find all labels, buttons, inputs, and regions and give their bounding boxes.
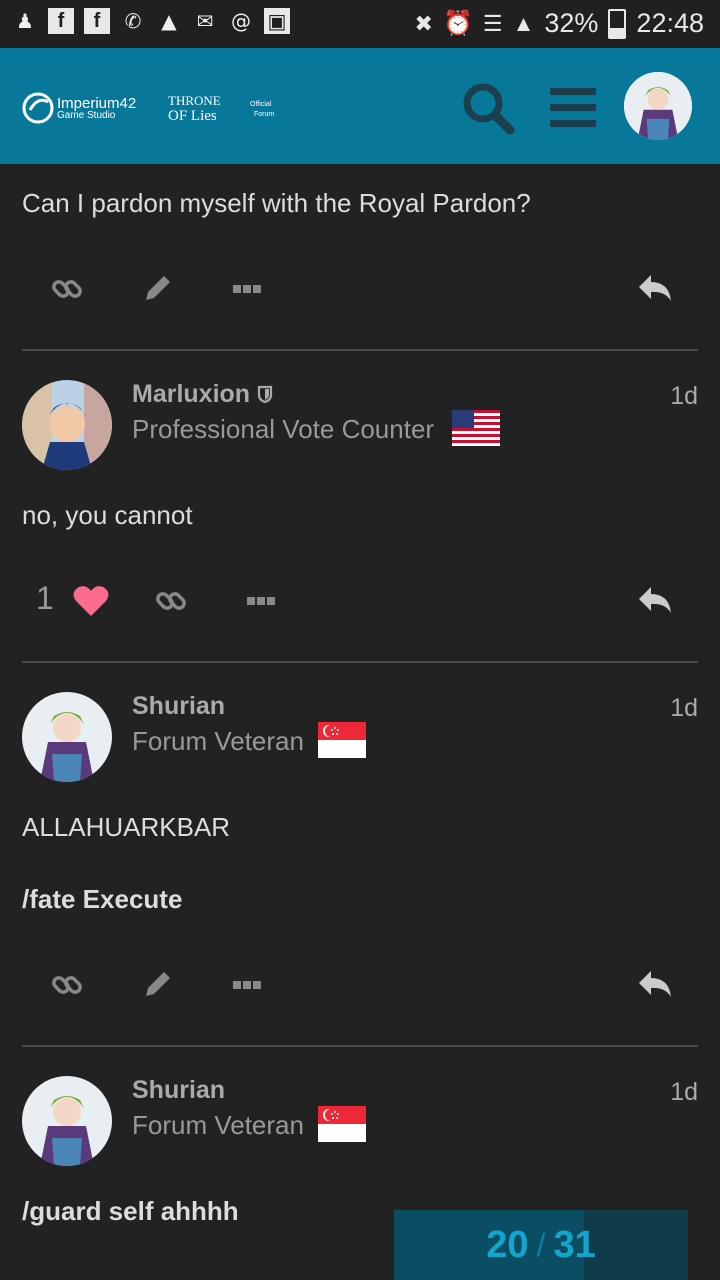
email-icon: @: [231, 9, 251, 33]
search-button[interactable]: [458, 78, 518, 138]
share-link-button[interactable]: [42, 264, 92, 314]
link-icon: [52, 280, 82, 298]
progress-current: 20: [486, 1223, 529, 1266]
avatar[interactable]: [22, 380, 112, 470]
reply-button[interactable]: [630, 960, 680, 1010]
alarm-icon: ⏰: [442, 10, 473, 37]
post-body-line: ALLAHUARKBAR: [22, 812, 231, 842]
status-bar: ♟ f f ✆ ▲ ✉ @ ▣ ✖ ⏰ ☰ ▲ 32% 22:48: [0, 0, 720, 48]
svg-text:OF Lies: OF Lies: [168, 108, 217, 124]
reply-icon: [639, 587, 671, 613]
whatsapp-icon: ✆: [124, 9, 142, 33]
pencil-icon: [146, 276, 170, 300]
post-actions: 1: [22, 576, 698, 636]
post-divider: [22, 1045, 698, 1047]
link-icon: [156, 592, 186, 610]
pencil-icon: [146, 972, 170, 996]
progress-label: 20/31: [394, 1210, 688, 1280]
ellipsis-icon: [247, 597, 275, 605]
edit-button[interactable]: [132, 264, 182, 314]
progress-total: 31: [553, 1223, 596, 1266]
post-body: no, you cannot: [22, 500, 193, 530]
battery-icon: [608, 8, 627, 39]
username[interactable]: Shurian: [132, 692, 225, 721]
post-body-command: /guard self ahhhh: [22, 1196, 239, 1226]
user-title: Forum Veteran: [132, 726, 304, 756]
add-contact-icon: ♟: [16, 9, 34, 33]
reply-icon: [639, 275, 671, 301]
search-icon: [463, 83, 515, 135]
menu-button[interactable]: [544, 78, 604, 138]
wifi-icon: ☰: [482, 10, 503, 36]
facebook-icon: f: [48, 8, 74, 34]
reply-icon: [639, 971, 671, 997]
system-status: ✖ ⏰ ☰ ▲ 32% 22:48: [415, 8, 704, 39]
post-age[interactable]: 1d: [670, 694, 698, 723]
share-link-button[interactable]: [42, 960, 92, 1010]
username[interactable]: Marluxion: [132, 380, 273, 410]
reply-button[interactable]: [630, 264, 680, 314]
ellipsis-icon: [233, 981, 261, 989]
mute-icon: ✖: [414, 10, 433, 36]
signal-icon: ▲: [512, 10, 535, 36]
heart-icon: [73, 586, 109, 616]
topic-progress[interactable]: 20/31: [394, 1210, 688, 1280]
post-age[interactable]: 1d: [670, 1078, 698, 1107]
us-flag-icon: [452, 410, 500, 446]
post-actions: [22, 264, 698, 324]
svg-text:Official: Official: [250, 101, 272, 108]
svg-text:Game Studio: Game Studio: [57, 110, 116, 121]
current-user-avatar[interactable]: [624, 72, 692, 140]
ellipsis-icon: [233, 285, 261, 293]
site-logo[interactable]: Imperium42 Game Studio THRONE OF Lies Of…: [22, 90, 282, 126]
facebook-icon: f: [84, 8, 110, 34]
user-title: Forum Veteran: [132, 1110, 304, 1140]
progress-separator: /: [536, 1226, 546, 1263]
link-icon: [52, 976, 82, 994]
post-body-command: /fate Execute: [22, 884, 183, 914]
sg-flag-icon: [318, 1106, 366, 1142]
post-header: Shurian Forum Veteran 1d: [22, 1076, 698, 1176]
edit-button[interactable]: [132, 960, 182, 1010]
reply-button[interactable]: [630, 576, 680, 626]
post-actions: [22, 960, 698, 1020]
like-button[interactable]: [66, 576, 116, 626]
post-header: Marluxion Professional Vote Counter 1d: [22, 380, 698, 480]
sg-flag-icon: [318, 722, 366, 758]
svg-text:Forum: Forum: [254, 111, 274, 118]
post-header: Shurian Forum Veteran 1d: [22, 692, 698, 792]
share-link-button[interactable]: [146, 576, 196, 626]
gmail-icon: ✉: [196, 9, 214, 33]
hamburger-icon: [550, 88, 596, 127]
notification-icons: ♟ f f ✆ ▲ ✉ @ ▣: [12, 8, 290, 34]
moderator-shield-icon: [257, 381, 273, 410]
post-age[interactable]: 1d: [670, 382, 698, 411]
flipboard-icon: ▣: [264, 8, 290, 34]
battery-percent: 32%: [544, 8, 599, 38]
discord-icon: ▲: [161, 9, 177, 33]
clock: 22:48: [636, 8, 704, 38]
post-divider: [22, 349, 698, 351]
avatar[interactable]: [22, 1076, 112, 1166]
post-body: Can I pardon myself with the Royal Pardo…: [22, 188, 531, 218]
svg-text:THRONE: THRONE: [168, 93, 221, 108]
post-divider: [22, 661, 698, 663]
topic-stream: Can I pardon myself with the Royal Pardo…: [0, 164, 720, 1280]
more-actions-button[interactable]: [236, 576, 286, 626]
more-actions-button[interactable]: [222, 264, 272, 314]
avatar[interactable]: [22, 692, 112, 782]
username[interactable]: Shurian: [132, 1076, 225, 1105]
user-title: Professional Vote Counter: [132, 414, 435, 444]
more-actions-button[interactable]: [222, 960, 272, 1010]
like-count[interactable]: 1: [36, 580, 54, 617]
